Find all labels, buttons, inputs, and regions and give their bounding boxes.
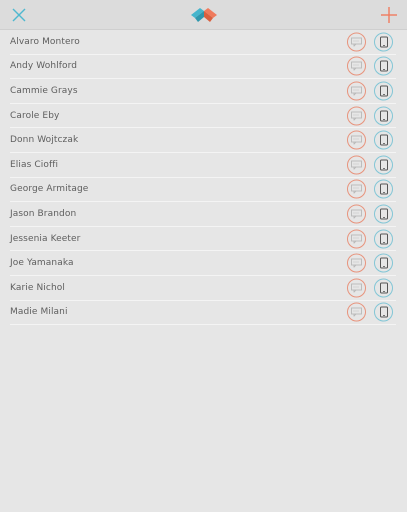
- phone-icon: [379, 110, 388, 122]
- call-button[interactable]: [374, 278, 393, 298]
- call-button[interactable]: [374, 81, 393, 101]
- contact-name: Alvaro Montero: [10, 36, 80, 47]
- contact-name: Donn Wojtczak: [10, 135, 79, 146]
- contact-name: Andy Wohlford: [10, 61, 78, 72]
- contact-row[interactable]: Joe Yamanaka: [10, 251, 396, 276]
- phone-icon: [379, 257, 388, 269]
- app-logo-icon: [191, 8, 217, 22]
- chat-bubble-icon: [351, 209, 362, 219]
- call-button[interactable]: [374, 155, 393, 175]
- contact-name: Joe Yamanaka: [10, 258, 74, 269]
- call-button[interactable]: [374, 253, 393, 273]
- contacts-screen: Alvaro Montero Andy Wohlford Cammie Gray…: [0, 0, 407, 512]
- phone-icon: [379, 183, 388, 195]
- contact-name: Cammie Grays: [10, 85, 78, 96]
- contact-name: Jason Brandon: [10, 208, 77, 219]
- message-button[interactable]: [347, 155, 366, 175]
- chat-bubble-icon: [351, 86, 362, 96]
- message-button[interactable]: [347, 229, 366, 249]
- contact-name: Madie Milani: [10, 307, 68, 318]
- message-button[interactable]: [347, 278, 366, 298]
- top-bar: [0, 0, 407, 30]
- chat-bubble-icon: [351, 37, 362, 47]
- chat-bubble-icon: [351, 283, 362, 293]
- contact-name: George Armitage: [10, 184, 89, 195]
- phone-icon: [379, 134, 388, 146]
- contact-row[interactable]: George Armitage: [10, 178, 396, 203]
- add-contact-button[interactable]: [378, 4, 400, 26]
- contact-list: Alvaro Montero Andy Wohlford Cammie Gray…: [10, 30, 396, 326]
- contact-row[interactable]: Cammie Grays: [10, 79, 396, 104]
- message-button[interactable]: [347, 32, 366, 52]
- contact-name: Karie Nichol: [10, 282, 65, 293]
- message-button[interactable]: [347, 106, 366, 126]
- phone-icon: [379, 233, 388, 245]
- call-button[interactable]: [374, 179, 393, 199]
- phone-icon: [379, 306, 388, 318]
- phone-icon: [379, 36, 388, 48]
- call-button[interactable]: [374, 130, 393, 150]
- chat-bubble-icon: [351, 307, 362, 317]
- message-button[interactable]: [347, 253, 366, 273]
- contact-row[interactable]: Jessenia Keeter: [10, 227, 396, 252]
- message-button[interactable]: [347, 179, 366, 199]
- chat-bubble-icon: [351, 61, 362, 71]
- call-button[interactable]: [374, 32, 393, 52]
- message-button[interactable]: [347, 302, 366, 322]
- contact-row[interactable]: Karie Nichol: [10, 276, 396, 301]
- contact-row[interactable]: Andy Wohlford: [10, 55, 396, 80]
- contact-row[interactable]: Donn Wojtczak: [10, 128, 396, 153]
- contact-row[interactable]: Madie Milani: [10, 301, 396, 326]
- contact-name: Carole Eby: [10, 110, 60, 121]
- message-button[interactable]: [347, 56, 366, 76]
- phone-icon: [379, 159, 388, 171]
- phone-icon: [379, 282, 388, 294]
- chat-bubble-icon: [351, 258, 362, 268]
- call-button[interactable]: [374, 106, 393, 126]
- contact-name: Jessenia Keeter: [10, 233, 81, 244]
- contact-row[interactable]: Jason Brandon: [10, 202, 396, 227]
- chat-bubble-icon: [351, 184, 362, 194]
- contact-row[interactable]: Alvaro Montero: [10, 30, 396, 55]
- close-x-icon: [12, 8, 26, 22]
- chat-bubble-icon: [351, 135, 362, 145]
- call-button[interactable]: [374, 229, 393, 249]
- chat-bubble-icon: [351, 111, 362, 121]
- phone-icon: [379, 60, 388, 72]
- call-button[interactable]: [374, 204, 393, 224]
- chat-bubble-icon: [351, 160, 362, 170]
- contact-name: Elias Cioffi: [10, 159, 59, 170]
- call-button[interactable]: [374, 302, 393, 322]
- phone-icon: [379, 208, 388, 220]
- chat-bubble-icon: [351, 234, 362, 244]
- message-button[interactable]: [347, 130, 366, 150]
- message-button[interactable]: [347, 81, 366, 101]
- close-button[interactable]: [8, 4, 30, 26]
- contact-row[interactable]: Carole Eby: [10, 104, 396, 129]
- message-button[interactable]: [347, 204, 366, 224]
- phone-icon: [379, 85, 388, 97]
- contact-row[interactable]: Elias Cioffi: [10, 153, 396, 178]
- plus-icon: [381, 7, 397, 23]
- call-button[interactable]: [374, 56, 393, 76]
